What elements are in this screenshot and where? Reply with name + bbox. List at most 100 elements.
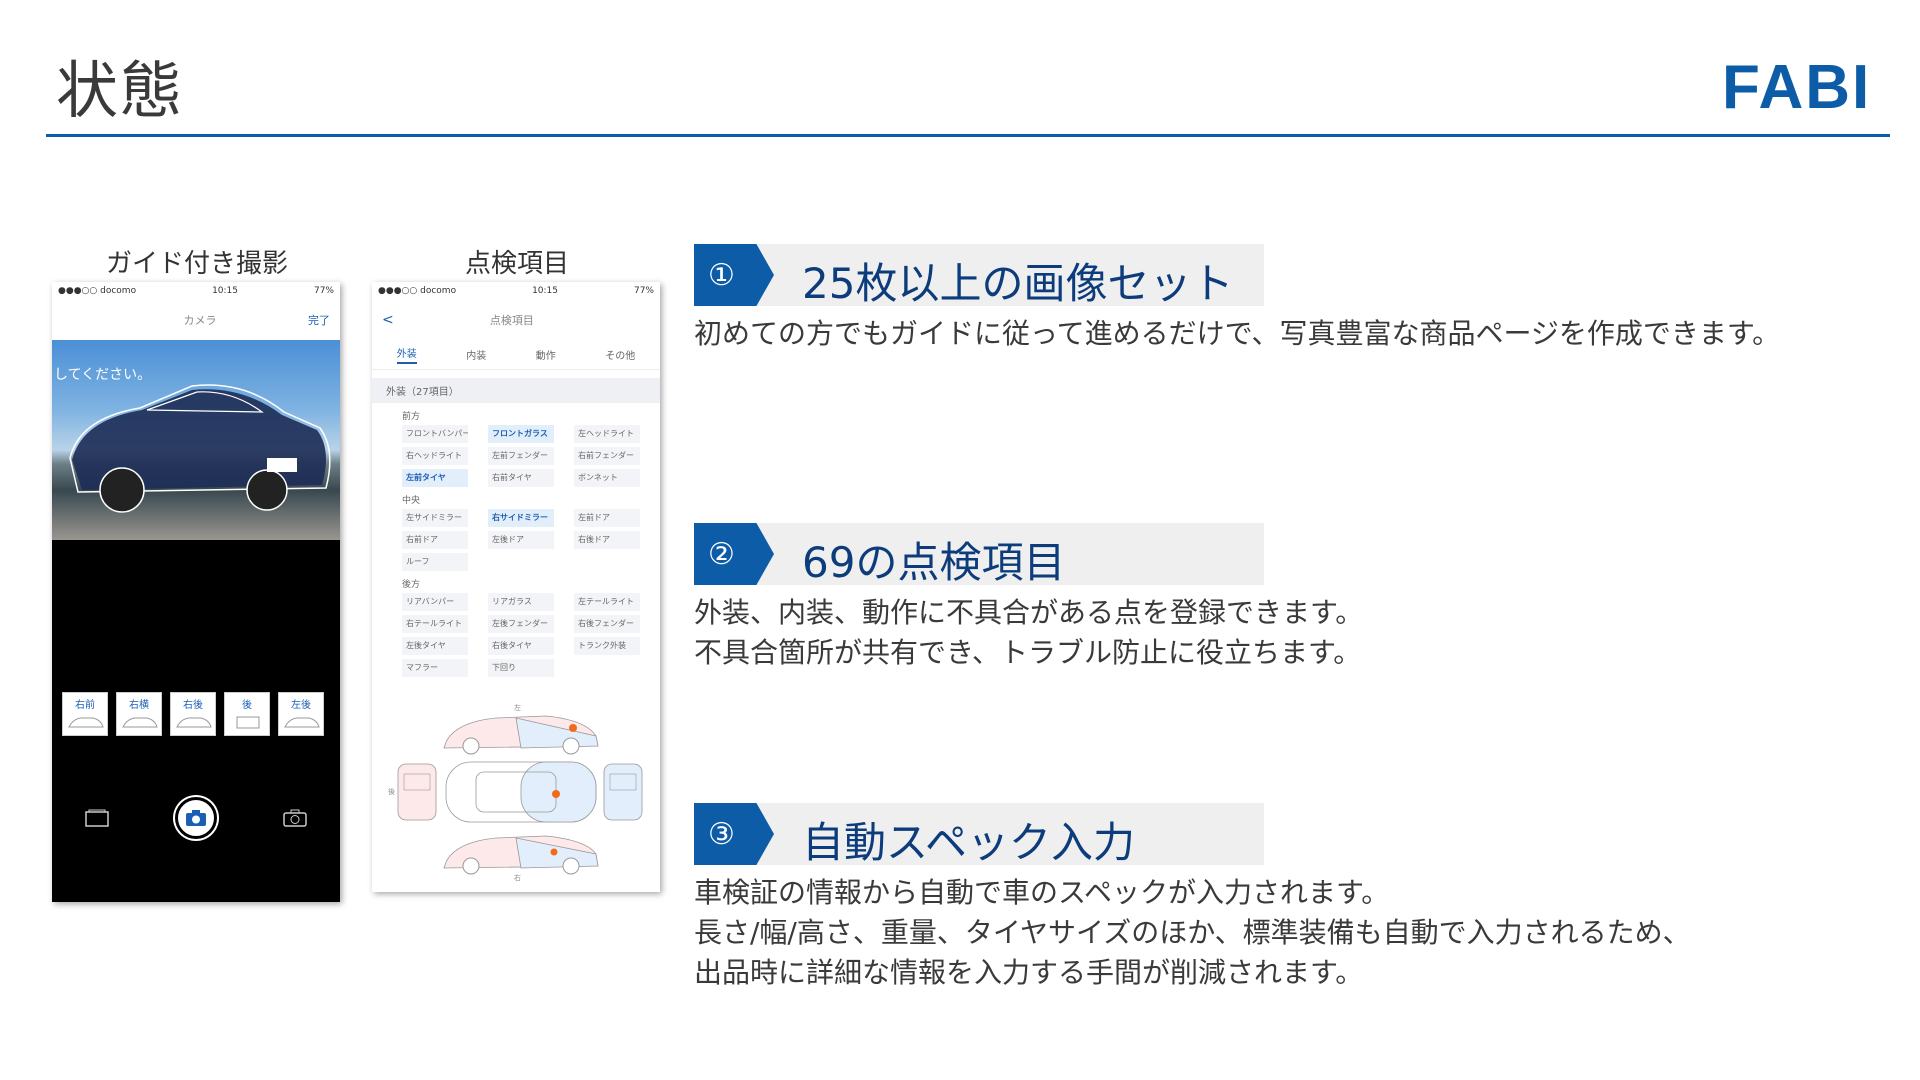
- done-button[interactable]: 完了: [308, 312, 330, 328]
- car-thumb-icon: [176, 717, 212, 728]
- thumbnail-rear[interactable]: 後: [224, 692, 270, 736]
- feature-header: ③ 自動スペック入力: [694, 803, 1264, 867]
- inspection-item[interactable]: 下回り: [488, 659, 554, 677]
- shutter-button[interactable]: [174, 797, 217, 839]
- car-damage-diagram: 左 右 後 前: [388, 703, 643, 882]
- camera-icon: [185, 810, 206, 826]
- damage-marker[interactable]: [550, 848, 558, 856]
- inspection-item[interactable]: 左後タイヤ: [402, 637, 468, 655]
- thumbnail-front-right[interactable]: 右前: [62, 692, 108, 736]
- inspection-item[interactable]: 左前タイヤ: [402, 469, 468, 487]
- inspection-item[interactable]: 左後ドア: [488, 531, 554, 549]
- feature-title: 自動スペック入力: [802, 818, 1136, 867]
- thumbnail-rear-right[interactable]: 右後: [170, 692, 216, 736]
- feature-number-badge: ②: [694, 523, 774, 585]
- car-side-bottom-view: [443, 835, 599, 875]
- feature-description-line: 車検証の情報から自動で車のスペックが入力されます。: [694, 876, 1390, 909]
- camera-controls: [52, 797, 340, 839]
- thumbnail-rear-left[interactable]: 左後: [278, 692, 324, 736]
- feature-description-line: 長さ/幅/高さ、重量、タイヤサイズのほか、標準装備も自動で入力されるため、: [694, 916, 1691, 949]
- feature-number-badge: ①: [694, 244, 774, 306]
- inspection-item[interactable]: フロントバンパー: [402, 425, 468, 443]
- feature-description-line: 外装、内装、動作に不具合がある点を登録できます。: [694, 596, 1364, 629]
- inspection-groups: 前方フロントバンパーフロントガラス左ヘッドライト右ヘッドライト左前フェンダー右前…: [372, 403, 660, 677]
- section-header: 外装（27項目）: [372, 378, 660, 403]
- guide-thumbnails: 右前 右横 右後 後 左後: [62, 692, 324, 736]
- diagram-label-left: 後: [388, 787, 395, 796]
- inspection-item[interactable]: リアバンパー: [402, 593, 468, 611]
- car-front-view: [603, 763, 643, 821]
- back-button[interactable]: <: [382, 312, 394, 328]
- damage-marker[interactable]: [552, 790, 560, 798]
- camera-phone-screenshot: ●●●○○ docomo 10:15 77% カメラ 完了 してください。 右前…: [52, 282, 340, 902]
- status-time: 10:15: [212, 286, 238, 296]
- fabi-logo-text: FABI: [1722, 56, 1871, 116]
- inspection-item[interactable]: マフラー: [402, 659, 468, 677]
- status-battery: 77%: [633, 286, 654, 296]
- camera-navbar: カメラ 完了: [52, 300, 340, 340]
- inspection-item-grid: フロントバンパー フロントガラス 左ヘッドライト右ヘッドライト 左前フェンダー 右前フェ…: [372, 425, 660, 487]
- inspection-item[interactable]: 左前フェンダー: [488, 447, 554, 465]
- inspection-item[interactable]: 右後フェンダー: [574, 615, 640, 633]
- inspection-item[interactable]: 右前フェンダー: [574, 447, 640, 465]
- inspection-item[interactable]: 右後ドア: [574, 531, 640, 549]
- thumbnail-right-side[interactable]: 右横: [116, 692, 162, 736]
- tab-interior[interactable]: 内装: [466, 347, 486, 362]
- group-label: 後方: [402, 580, 421, 590]
- inspection-item[interactable]: 右サイドミラー: [488, 509, 554, 527]
- car-thumb-icon: [284, 717, 320, 728]
- inspection-item[interactable]: トランク外装: [574, 637, 640, 655]
- fabi-logo: FABI: [1722, 56, 1871, 116]
- camera-caption: ガイド付き撮影: [105, 249, 288, 279]
- nav-title: カメラ: [183, 314, 217, 327]
- tab-other[interactable]: その他: [605, 347, 635, 362]
- inspection-item[interactable]: 右後タイヤ: [488, 637, 554, 655]
- inspection-item-grid: リアバンパー リアガラス 左テールライト右テールライト 左後フェンダー 右後フェンダー左…: [372, 593, 660, 677]
- inspection-navbar: < 点検項目: [372, 300, 660, 340]
- feature-title: 25枚以上の画像セット: [802, 259, 1234, 308]
- inspection-item[interactable]: 右前ドア: [402, 531, 468, 549]
- car-thumb-icon: [122, 717, 158, 728]
- inspection-item-grid: 左サイドミラー 右サイドミラー 左前ドア右前ドア 左後ドア 右後ドアルーフ: [372, 509, 660, 571]
- tab-exterior[interactable]: 外装: [396, 345, 417, 364]
- inspection-item[interactable]: 右前タイヤ: [488, 469, 554, 487]
- inspection-item[interactable]: 左サイドミラー: [402, 509, 468, 527]
- inspection-item[interactable]: リアガラス: [488, 593, 554, 611]
- diagram-label-top: 左: [514, 703, 521, 712]
- car-rear-view: [397, 763, 437, 821]
- car-side-top-view: [443, 715, 599, 755]
- inspection-item[interactable]: フロントガラス: [488, 425, 554, 443]
- inspection-item[interactable]: 右テールライト: [402, 615, 468, 633]
- group-label: 中央: [402, 496, 421, 506]
- status-carrier: ●●●○○ docomo: [378, 286, 457, 296]
- feature-description-line: 出品時に詳細な情報を入力する手間が削減されます。: [694, 956, 1364, 989]
- feature-header: ② 69の点検項目: [694, 523, 1264, 587]
- feature-description-line: 不具合箇所が共有でき、トラブル防止に役立ちます。: [694, 636, 1362, 669]
- inspection-item[interactable]: 左テールライト: [574, 593, 640, 611]
- feature-header: ① 25枚以上の画像セット: [694, 244, 1264, 308]
- inspection-item[interactable]: 右ヘッドライト: [402, 447, 468, 465]
- car-silhouette-icon: [69, 384, 331, 513]
- car-thumb-icon: [68, 717, 104, 728]
- status-bar: ●●●○○ docomo 10:15 77%: [52, 282, 340, 300]
- inspection-item[interactable]: 左後フェンダー: [488, 615, 554, 633]
- status-bar: ●●●○○ docomo 10:15 77%: [372, 282, 660, 300]
- status-battery: 77%: [313, 286, 334, 296]
- car-thumb-icon: [236, 716, 260, 729]
- tab-operation[interactable]: 動作: [536, 347, 556, 362]
- feature-title: 69の点検項目: [802, 538, 1066, 587]
- gallery-icon[interactable]: [84, 808, 110, 828]
- inspection-item[interactable]: ボンネット: [574, 469, 640, 487]
- diagram-label-bottom: 右: [514, 873, 521, 882]
- switch-camera-icon[interactable]: [282, 808, 308, 828]
- inspection-tabs: 外装 内装 動作 その他: [372, 340, 660, 370]
- inspection-item[interactable]: 左前ドア: [574, 509, 640, 527]
- feature-number-badge: ③: [694, 803, 774, 865]
- damage-marker[interactable]: [569, 724, 577, 732]
- inspection-item[interactable]: ルーフ: [402, 553, 468, 571]
- status-time: 10:15: [532, 286, 558, 296]
- inspection-item[interactable]: 左ヘッドライト: [574, 425, 640, 443]
- status-carrier: ●●●○○ docomo: [58, 286, 137, 296]
- feature-description-line: 初めての方でもガイドに従って進めるだけで、写真豊富な商品ページを作成できます。: [694, 317, 1781, 350]
- car-photo: してください。: [52, 340, 340, 540]
